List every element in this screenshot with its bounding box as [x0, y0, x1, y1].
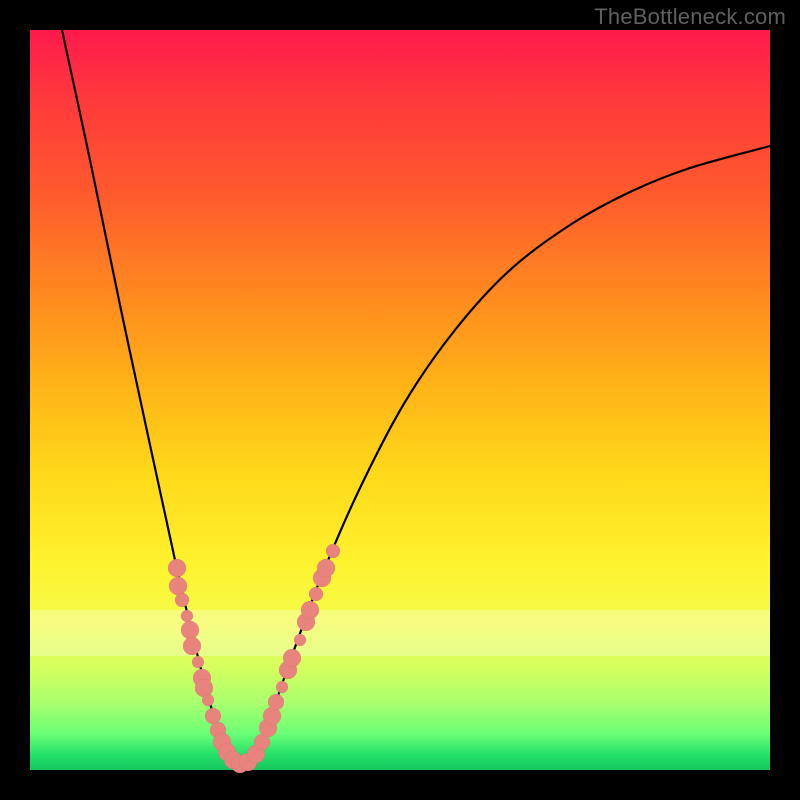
data-point [276, 681, 288, 693]
data-point [192, 656, 204, 668]
data-point-group [168, 544, 340, 773]
watermark-text: TheBottleneck.com [594, 4, 786, 30]
data-point [294, 634, 306, 646]
data-point [326, 544, 340, 558]
data-point [181, 621, 199, 639]
data-point [202, 694, 214, 706]
plot-area [30, 30, 770, 770]
data-point [175, 593, 189, 607]
data-point [317, 559, 335, 577]
bottleneck-curve [62, 30, 770, 765]
data-point [183, 637, 201, 655]
data-point [301, 601, 319, 619]
data-point [268, 694, 284, 710]
data-point [168, 559, 186, 577]
chart-frame: TheBottleneck.com [0, 0, 800, 800]
data-point [309, 587, 323, 601]
data-point [169, 577, 187, 595]
curve-layer [30, 30, 770, 770]
data-point [181, 610, 193, 622]
data-point [205, 708, 221, 724]
data-point [283, 649, 301, 667]
